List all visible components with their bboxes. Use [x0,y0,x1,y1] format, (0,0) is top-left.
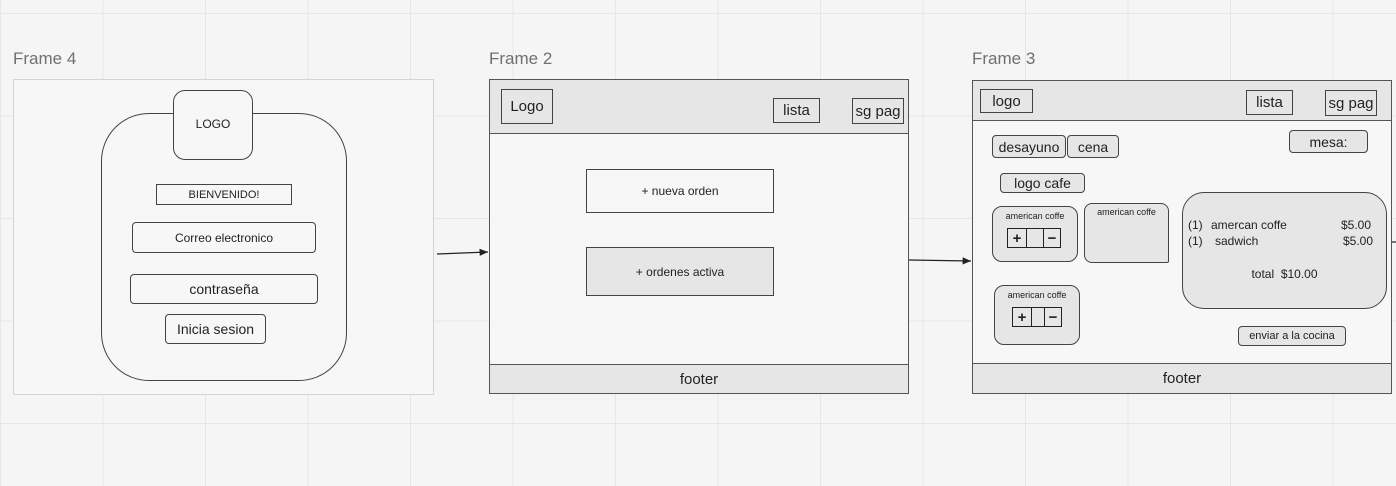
flow-arrows [436,241,1396,265]
arrow-home-to-order [908,257,972,265]
arrow-login-to-home [436,248,489,256]
